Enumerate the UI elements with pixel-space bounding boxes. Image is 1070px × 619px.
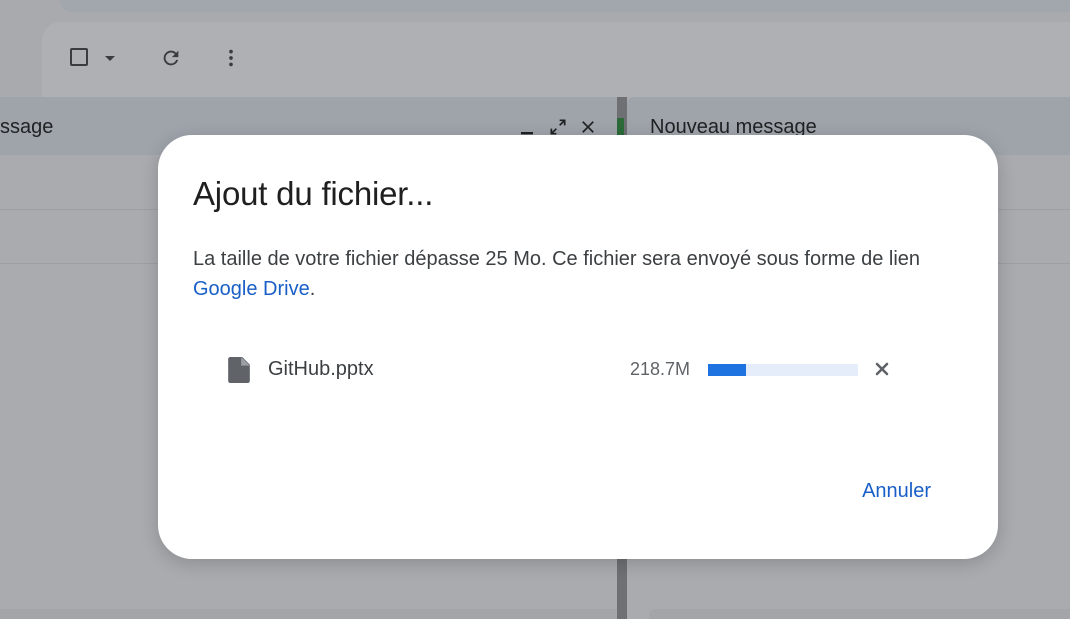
compose-title-left: ssage [0,116,54,138]
compose-footer-right [649,609,1070,619]
dialog-title: Ajout du fichier... [193,175,434,212]
select-checkbox-icon[interactable] [70,48,88,66]
mail-toolbar [42,22,1070,102]
upload-progress-fill [708,364,746,376]
file-size: 218.7M [630,359,691,379]
top-strip [60,0,1070,12]
close-icon[interactable] [578,117,598,137]
upload-progress-bar [708,364,858,376]
minimize-icon[interactable] [520,121,534,135]
file-name: GitHub.pptx [268,358,374,380]
close-icon[interactable] [874,361,890,377]
refresh-icon[interactable] [160,47,182,69]
dialog-message: La taille de votre fichier dépasse 25 Mo… [193,244,953,304]
select-dropdown-icon[interactable] [105,56,115,61]
attach-file-dialog: Ajout du fichier... La taille de votre f… [158,135,998,559]
cancel-button[interactable]: Annuler [862,480,931,503]
dialog-message-end: . [309,278,316,300]
sheets-icon [617,118,624,136]
google-drive-link[interactable]: Google Drive [193,278,310,300]
dialog-message-text: La taille de votre fichier dépasse 25 Mo… [193,248,921,270]
more-vert-icon[interactable] [220,47,242,69]
file-upload-row: GitHub.pptx 218.7M [228,355,898,385]
file-icon [228,357,250,383]
expand-icon[interactable] [548,117,568,137]
compose-footer-left [0,609,617,619]
